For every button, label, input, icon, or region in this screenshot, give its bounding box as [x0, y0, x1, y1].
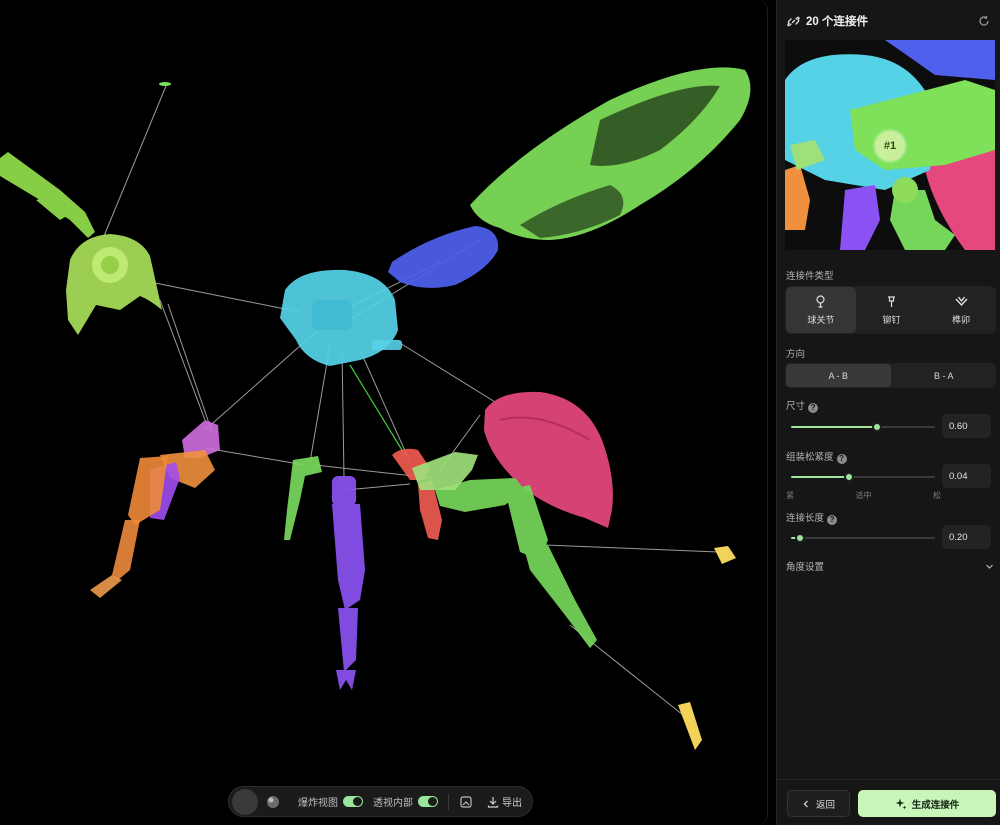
chevron-left-icon [803, 800, 808, 807]
connector-panel: 20 个连接件 #1 连接件类型 球关节 铆钉 榫卯 方向 A - B B - … [776, 0, 1000, 825]
tightness-slider-fill [791, 476, 849, 478]
abdomen-part[interactable] [484, 391, 613, 528]
help-icon[interactable]: ? [827, 515, 838, 525]
xray-label: 透视内部 [373, 798, 413, 809]
connector-line[interactable] [341, 349, 345, 479]
connector-line[interactable] [394, 339, 501, 406]
3d-viewport[interactable]: 爆炸视图 透视内部 导出 [0, 0, 768, 825]
length-slider-row: 0.20 [785, 525, 996, 549]
head-part[interactable] [66, 234, 162, 335]
thorax-part[interactable] [280, 269, 402, 366]
export-label: 导出 [502, 798, 522, 809]
connector-type-label: 连接件类型 [786, 271, 834, 282]
tick-loose: 松 [933, 491, 941, 500]
center-leg-part[interactable] [332, 476, 365, 690]
direction-a-b-button[interactable]: A - B [786, 364, 891, 387]
left-antenna-part[interactable] [0, 152, 95, 238]
connector-type-selector: 球关节 铆钉 榫卯 [785, 286, 996, 334]
type-rivet-label: 铆钉 [882, 314, 901, 325]
connector-index-badge[interactable]: #1 [875, 131, 905, 161]
connector-line[interactable] [167, 303, 213, 433]
tightness-value-input[interactable]: 0.04 [942, 464, 991, 488]
tick-medium: 适中 [855, 491, 872, 500]
screenshot-button[interactable] [457, 793, 475, 811]
panel-header: 20 个连接件 [777, 0, 1000, 42]
back-button[interactable]: 返回 [787, 790, 850, 817]
size-slider-thumb[interactable] [872, 422, 883, 432]
connector-line[interactable] [359, 349, 411, 463]
size-slider-fill [791, 426, 878, 428]
panel-title: 20 个连接件 [806, 16, 868, 28]
direction-selector: A - B B - A [785, 363, 996, 388]
angle-settings-toggle[interactable]: 角度设置 [786, 559, 994, 573]
tightness-label-text: 组装松紧度 [786, 452, 834, 463]
small-part-yellow[interactable] [714, 546, 736, 564]
refresh-icon[interactable] [978, 15, 990, 27]
tightness-slider-thumb[interactable] [843, 472, 854, 482]
sphere-icon [267, 795, 279, 808]
tightness-label: 组装松紧度? [786, 449, 847, 464]
lower-wing-part[interactable] [388, 226, 499, 288]
ball-joint-icon [816, 294, 825, 308]
exploded-model-scene[interactable] [0, 0, 768, 825]
help-icon[interactable]: ? [836, 454, 847, 464]
chevron-down-icon [986, 564, 993, 569]
length-label: 连接长度? [786, 510, 838, 525]
connector-line[interactable] [103, 85, 167, 237]
viewport-toolbar: 爆炸视图 透视内部 导出 [228, 786, 533, 817]
size-label-text: 尺寸 [786, 401, 806, 412]
claw-part-yellow[interactable] [678, 702, 702, 750]
image-frame-icon [460, 795, 472, 808]
angle-settings-label: 角度设置 [786, 562, 825, 573]
length-slider[interactable] [791, 533, 935, 543]
type-mortise-label: 榫卯 [952, 314, 971, 325]
toolbar-divider [448, 793, 449, 810]
panel-footer: 返回 生成连接件 [777, 779, 1000, 825]
exploded-view-switch[interactable] [343, 796, 363, 807]
shading-mode-button[interactable] [232, 788, 258, 815]
generate-connectors-button[interactable]: 生成连接件 [858, 790, 996, 817]
length-value-input[interactable]: 0.20 [942, 525, 991, 549]
tick-tight: 紧 [786, 491, 794, 500]
back-label: 返回 [815, 799, 835, 811]
xray-switch[interactable] [418, 796, 438, 807]
small-leg-part[interactable] [284, 456, 322, 540]
connector-preview[interactable]: #1 [785, 40, 995, 250]
type-rivet-button[interactable]: 铆钉 [857, 286, 927, 334]
type-ball-joint-button[interactable]: 球关节 [786, 287, 856, 333]
size-label: 尺寸? [786, 398, 819, 413]
connector-line[interactable] [159, 299, 206, 421]
antenna-tip-part[interactable] [159, 82, 171, 86]
direction-b-a-button[interactable]: B - A [892, 363, 997, 388]
link-icon [787, 16, 800, 26]
type-ball-joint-label: 球关节 [807, 314, 835, 325]
exploded-view-toggle-group: 爆炸视图 [298, 794, 363, 809]
selected-connector-line[interactable] [349, 364, 406, 456]
connector-line[interactable] [149, 281, 301, 313]
help-icon[interactable]: ? [808, 403, 819, 413]
front-leg-part[interactable] [90, 420, 220, 598]
connector-line[interactable] [544, 544, 719, 553]
download-icon [487, 796, 499, 808]
tightness-slider-row: 0.04 [785, 464, 996, 488]
upper-wing-part[interactable] [470, 67, 751, 240]
generate-label: 生成连接件 [911, 799, 960, 811]
sparkle-icon [895, 798, 907, 809]
direction-label: 方向 [786, 349, 806, 360]
size-slider[interactable] [791, 422, 935, 432]
mortise-icon [955, 296, 968, 306]
length-slider-thumb[interactable] [794, 533, 805, 543]
type-mortise-button[interactable]: 榫卯 [926, 286, 996, 334]
length-label-text: 连接长度 [786, 513, 825, 524]
material-sphere-button[interactable] [258, 789, 288, 815]
tightness-scale-labels: 紧 适中 松 [786, 490, 941, 501]
rivet-icon [888, 295, 895, 307]
export-button[interactable]: 导出 [487, 794, 522, 809]
exploded-view-label: 爆炸视图 [298, 798, 338, 809]
size-slider-row: 0.60 [785, 414, 996, 438]
xray-toggle-group: 透视内部 [373, 794, 438, 809]
tightness-slider[interactable] [791, 472, 935, 482]
size-value-input[interactable]: 0.60 [942, 414, 991, 438]
connector-line[interactable] [204, 447, 306, 466]
